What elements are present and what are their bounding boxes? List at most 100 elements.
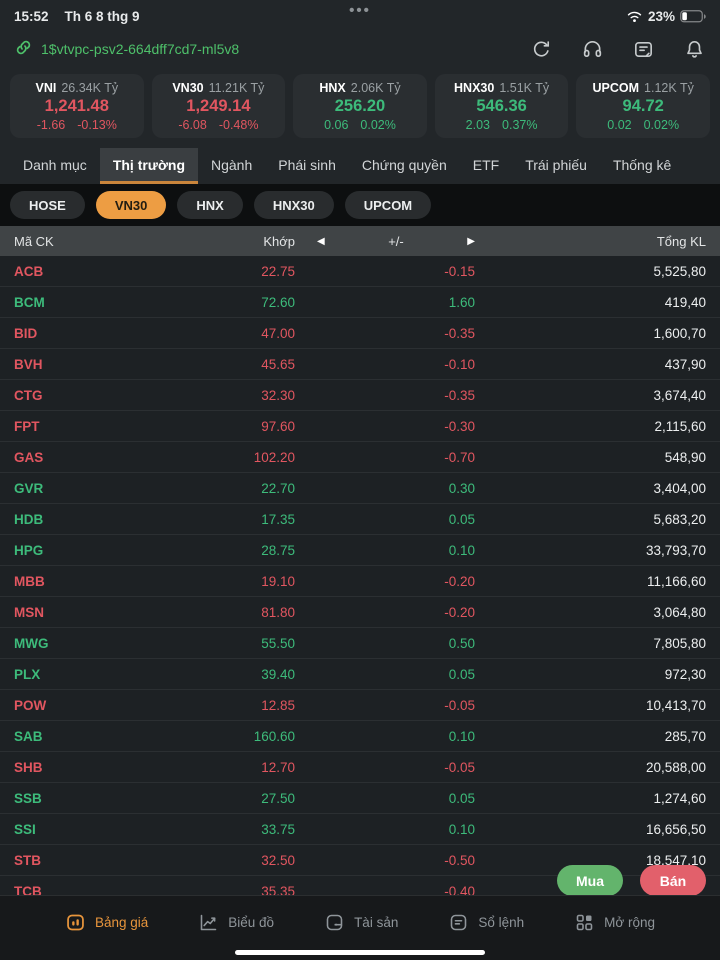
tab-thống-kê[interactable]: Thống kê [600,148,684,184]
stock-symbol: TCB [14,884,94,896]
nav-item-bảng-giá[interactable]: Bảng giá [65,912,148,933]
battery-percent: 23% [648,9,675,24]
home-indicator[interactable] [235,950,485,955]
stock-row-plx[interactable]: PLX39.400.05972,30 [0,659,720,690]
stock-symbol: HDB [14,512,94,527]
price-change: -0.30 [295,419,475,434]
filter-chip-hose[interactable]: HOSE [10,191,85,219]
stock-row-msn[interactable]: MSN81.80-0.203,064,80 [0,597,720,628]
stock-row-mwg[interactable]: MWG55.500.507,805,80 [0,628,720,659]
index-volume: 26.34K Tỷ [61,81,118,95]
matched-price: 12.85 [94,698,295,713]
total-volume: 3,674,40 [475,388,706,403]
stock-row-pow[interactable]: POW12.85-0.0510,413,70 [0,690,720,721]
wifi-icon [626,10,643,23]
total-volume: 16,656,50 [475,822,706,837]
index-volume: 11.21K Tỷ [209,81,265,95]
index-card-vni[interactable]: VNI26.34K Tỷ1,241.48-1.66-0.13% [10,74,144,138]
total-volume: 2,115,60 [475,419,706,434]
stock-row-ctg[interactable]: CTG32.30-0.353,674,40 [0,380,720,411]
tab-etf[interactable]: ETF [460,148,512,184]
stock-row-shb[interactable]: SHB12.70-0.0520,588,00 [0,752,720,783]
nav-item-tài-sản[interactable]: Tài sản [324,912,398,933]
stock-row-mbb[interactable]: MBB19.10-0.2011,166,60 [0,566,720,597]
index-card-vn30[interactable]: VN3011.21K Tỷ1,249.14-6.08-0.48% [152,74,286,138]
index-card-hnx[interactable]: HNX2.06K Tỷ256.200.060.02% [293,74,427,138]
tab-ngành[interactable]: Ngành [198,148,265,184]
tab-chứng-quyền[interactable]: Chứng quyền [349,148,460,184]
filter-chip-vn30[interactable]: VN30 [96,191,167,219]
total-volume: 419,40 [475,295,706,310]
buy-button[interactable]: Mua [557,865,623,896]
nav-item-label: Mở rộng [604,915,655,930]
index-change-pct: 0.37% [502,118,537,132]
matched-price: 22.70 [94,481,295,496]
stock-row-ssb[interactable]: SSB27.500.051,274,60 [0,783,720,814]
total-volume: 5,683,20 [475,512,706,527]
bell-icon[interactable] [683,38,706,61]
top-section: 15:52 Th 6 8 thg 9 ••• 23% 1$vtvpc-psv2-… [0,0,720,184]
stock-row-gvr[interactable]: GVR22.700.303,404,00 [0,473,720,504]
index-price: 546.36 [441,97,563,116]
total-volume: 5,525,80 [475,264,706,279]
stock-symbol: BID [14,326,94,341]
nav-item-biểu-đồ[interactable]: Biểu đồ [198,912,274,933]
index-name: VNI [35,81,56,95]
price-change: 0.30 [295,481,475,496]
filter-chip-hnx[interactable]: HNX [177,191,242,219]
stock-row-acb[interactable]: ACB22.75-0.155,525,80 [0,256,720,287]
price-change: -0.35 [295,388,475,403]
tab-phái-sinh[interactable]: Phái sinh [265,148,349,184]
total-volume: 548,90 [475,450,706,465]
column-symbol: Mã CK [14,234,94,249]
trade-buttons: Mua Bán [557,865,706,896]
matched-price: 12.70 [94,760,295,775]
tab-danh-mục[interactable]: Danh mục [10,148,100,184]
feedback-icon[interactable] [632,38,655,61]
price-change: -0.70 [295,450,475,465]
price-change: -0.40 [295,884,475,896]
stock-row-ssi[interactable]: SSI33.750.1016,656,50 [0,814,720,845]
matched-price: 35.35 [94,884,295,896]
total-volume: 3,404,00 [475,481,706,496]
tab-trái-phiếu[interactable]: Trái phiếu [512,148,600,184]
prev-column-icon[interactable]: ◀ [317,236,325,247]
stock-row-fpt[interactable]: FPT97.60-0.302,115,60 [0,411,720,442]
stock-row-sab[interactable]: SAB160.600.10285,70 [0,721,720,752]
price-change: -0.50 [295,853,475,868]
stock-symbol: BVH [14,357,94,372]
index-card-upcom[interactable]: UPCOM1.12K Tỷ94.720.020.02% [576,74,710,138]
filter-chip-hnx30[interactable]: HNX30 [254,191,334,219]
matched-price: 102.20 [94,450,295,465]
stock-symbol: BCM [14,295,94,310]
index-card-hnx30[interactable]: HNX301.51K Tỷ546.362.030.37% [435,74,569,138]
matched-price: 81.80 [94,605,295,620]
main-tabs: Danh mụcThị trườngNgànhPhái sinhChứng qu… [0,148,720,184]
stock-row-bcm[interactable]: BCM72.601.60419,40 [0,287,720,318]
stock-row-hpg[interactable]: HPG28.750.1033,793,70 [0,535,720,566]
filter-chip-upcom[interactable]: UPCOM [345,191,431,219]
sell-button[interactable]: Bán [640,865,706,896]
app-header: 1$vtvpc-psv2-664dff7cd7-ml5v8 [0,28,720,70]
stock-row-gas[interactable]: GAS102.20-0.70548,90 [0,442,720,473]
price-change: 0.10 [295,729,475,744]
refresh-icon[interactable] [530,38,553,61]
price-change: 0.50 [295,636,475,651]
next-column-icon[interactable]: ▶ [467,236,475,247]
index-price: 256.20 [299,97,421,116]
column-matched: Khớp [94,234,295,249]
headset-icon[interactable] [581,38,604,61]
tab-thị-trường[interactable]: Thị trường [100,148,198,184]
nav-item-mở-rộng[interactable]: Mở rộng [574,912,655,933]
index-change: 0.02 [607,118,631,132]
matched-price: 22.75 [94,264,295,279]
stock-row-bid[interactable]: BID47.00-0.351,600,70 [0,318,720,349]
stock-row-hdb[interactable]: HDB17.350.055,683,20 [0,504,720,535]
nav-item-sổ-lệnh[interactable]: Sổ lệnh [448,912,524,933]
price-board-icon [65,912,86,933]
matched-price: 27.50 [94,791,295,806]
stock-row-bvh[interactable]: BVH45.65-0.10437,90 [0,349,720,380]
total-volume: 437,90 [475,357,706,372]
index-change-pct: -0.13% [77,118,117,132]
stock-symbol: MBB [14,574,94,589]
